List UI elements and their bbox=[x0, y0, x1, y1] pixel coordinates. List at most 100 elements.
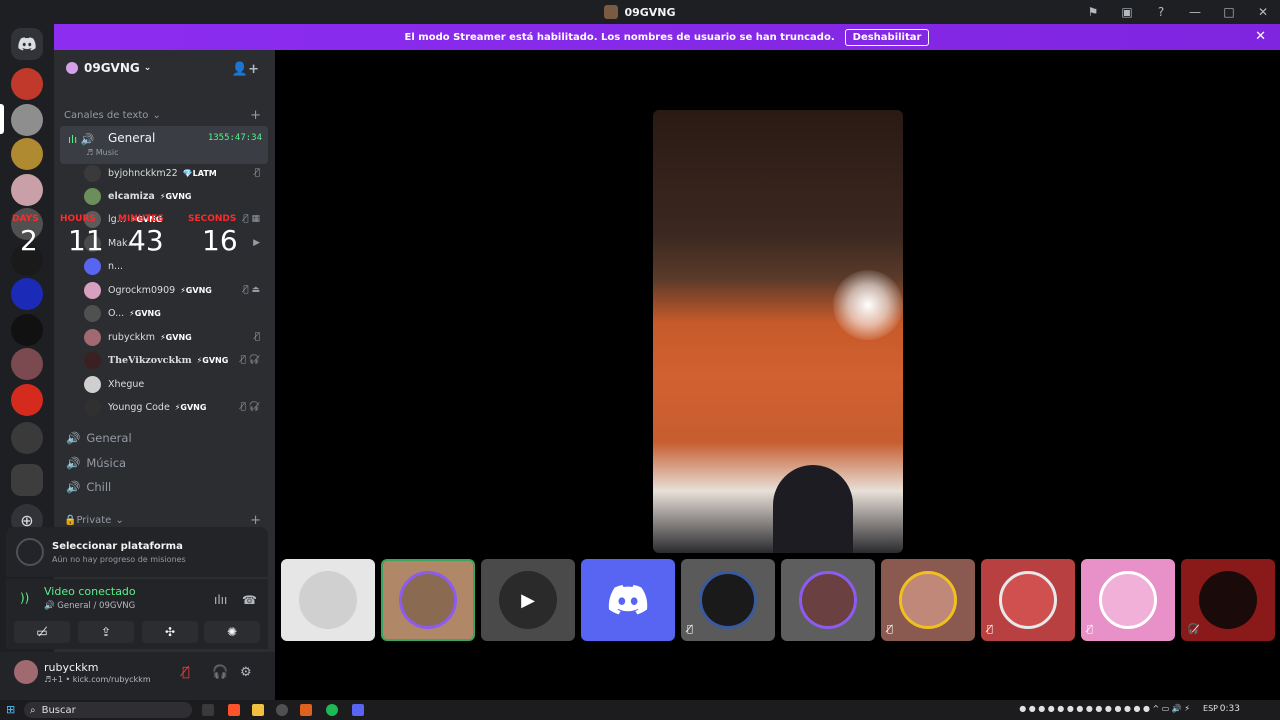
username[interactable]: rubyckkm bbox=[44, 661, 99, 674]
participant-tile[interactable]: 🎙̸ bbox=[981, 559, 1075, 641]
camera-off-button[interactable]: ▭̸ bbox=[14, 621, 70, 643]
close-banner-icon[interactable]: ✕ bbox=[1255, 29, 1266, 44]
help-icon[interactable]: ? bbox=[1144, 0, 1178, 24]
voice-channel[interactable]: 🔊 Música bbox=[66, 452, 266, 474]
noise-suppression-icon[interactable]: ılıı bbox=[214, 593, 227, 607]
windows-start-icon[interactable]: ⊞ bbox=[6, 703, 15, 716]
clock[interactable]: 0:33 bbox=[1220, 704, 1240, 714]
avatar bbox=[84, 304, 101, 322]
server-folder-icon[interactable] bbox=[11, 464, 43, 496]
channel-name: General bbox=[108, 131, 156, 145]
inbox-icon[interactable]: ⚑ bbox=[1076, 0, 1110, 24]
spotify-icon[interactable] bbox=[326, 704, 338, 716]
quest-panel[interactable]: Seleccionar plataforma Aún no hay progre… bbox=[6, 527, 268, 577]
member-name: O... bbox=[108, 307, 125, 319]
countdown-label: DAYS bbox=[12, 214, 39, 224]
disable-streamer-button[interactable]: Deshabilitar bbox=[844, 28, 930, 46]
participant-tile[interactable]: ▶ bbox=[481, 559, 575, 641]
server-icon[interactable] bbox=[11, 348, 43, 380]
category-text-channels[interactable]: Canales de texto ⌄ bbox=[64, 110, 161, 121]
voice-channel-path[interactable]: 🔊 General / 09GVNG bbox=[44, 601, 135, 611]
channel-name: Música bbox=[86, 456, 127, 470]
headphones-icon[interactable]: 🎧 bbox=[212, 665, 228, 680]
app-icon[interactable] bbox=[276, 704, 288, 716]
voice-member[interactable]: Youngg Code ⚡GVNG 🎙̸ 🎧̸ bbox=[84, 396, 264, 418]
activities-button[interactable]: ✣ bbox=[142, 621, 198, 643]
member-tag: ⚡GVNG bbox=[159, 191, 192, 201]
participant-tile[interactable]: 🎙̸ bbox=[1081, 559, 1175, 641]
avatar bbox=[84, 164, 101, 182]
ceiling-light bbox=[833, 270, 903, 340]
voice-member[interactable]: Ogrockm0909 ⚡GVNG 🎙̸ ⏏ bbox=[84, 279, 264, 301]
voice-member[interactable]: elcamiza ⚡GVNG bbox=[84, 185, 264, 207]
voice-channel[interactable]: 🔊 General bbox=[66, 427, 266, 449]
avatar[interactable] bbox=[14, 660, 38, 684]
discord-home-icon[interactable] bbox=[11, 28, 43, 60]
brave-icon[interactable] bbox=[228, 704, 240, 716]
server-icon[interactable] bbox=[11, 138, 43, 170]
voice-channel-icon: 🔊 bbox=[66, 431, 81, 445]
maximize-button[interactable]: □ bbox=[1212, 0, 1246, 24]
participant-tile[interactable] bbox=[581, 559, 675, 641]
category-private[interactable]: 🔒Private ⌄ bbox=[64, 515, 124, 526]
server-icon[interactable] bbox=[11, 314, 43, 346]
server-icon[interactable] bbox=[11, 384, 43, 416]
category-label: 🔒Private bbox=[64, 515, 112, 526]
user-panel: rubyckkm ♬+1 • kick.com/rubyckkm 🎙̸ 🎧 ⚙ bbox=[0, 652, 275, 700]
soundboard-button[interactable]: ✺ bbox=[204, 621, 260, 643]
voice-member[interactable]: byjohnckkm22 💎LATM 🎙̸ bbox=[84, 162, 264, 184]
discord-taskbar-icon[interactable] bbox=[352, 704, 364, 716]
minimize-button[interactable]: — bbox=[1178, 0, 1212, 24]
participant-tile[interactable]: 🎧̸ bbox=[1181, 559, 1275, 641]
member-name: n... bbox=[108, 260, 124, 272]
server-icon[interactable] bbox=[11, 174, 43, 206]
voice-status[interactable]: Video conectado bbox=[44, 585, 136, 598]
participant-tile-speaking[interactable] bbox=[381, 559, 475, 641]
system-tray-icons[interactable]: ● ● ● ● ● ● ● ● ● ● ● ● ● ● ^ ▭ 🔊 ⚡ bbox=[1019, 704, 1190, 713]
server-icon[interactable] bbox=[11, 68, 43, 100]
gear-icon[interactable]: ⚙ bbox=[240, 665, 252, 680]
server-folder-icon[interactable] bbox=[11, 422, 43, 454]
app-icon[interactable] bbox=[300, 704, 312, 716]
member-name: Ogrockm0909 bbox=[108, 284, 176, 296]
share-screen-button[interactable]: ⇪ bbox=[78, 621, 134, 643]
server-icon[interactable] bbox=[11, 104, 43, 136]
participant-tile[interactable] bbox=[781, 559, 875, 641]
member-tag: 💎LATM bbox=[182, 168, 217, 178]
create-channel-icon[interactable]: + bbox=[250, 513, 261, 528]
quest-icon bbox=[16, 538, 44, 566]
channel-status: ♬ Music bbox=[86, 148, 119, 157]
camera-icon: ▶ bbox=[499, 571, 557, 629]
member-tag: ⚡GVNG bbox=[174, 402, 207, 412]
voice-member[interactable]: O... ⚡GVNG bbox=[84, 302, 264, 324]
voice-member[interactable]: Xhegue bbox=[84, 373, 264, 395]
mic-muted-icon[interactable]: 🎙̸ bbox=[182, 665, 190, 680]
avatar bbox=[899, 571, 957, 629]
main-video-feed[interactable] bbox=[653, 110, 903, 553]
taskbar-search[interactable]: ⌕ Buscar bbox=[24, 702, 192, 718]
mic-muted-icon: 🎙̸ bbox=[987, 624, 994, 635]
participant-tile[interactable] bbox=[281, 559, 375, 641]
avatar bbox=[799, 571, 857, 629]
close-window-button[interactable]: ✕ bbox=[1246, 0, 1280, 24]
invite-people-icon[interactable]: 👤+ bbox=[232, 62, 259, 77]
task-view-icon[interactable] bbox=[202, 704, 214, 716]
video-stage: ▶ 🎙̸ 🎙̸ 🎙̸ 🎙̸ 🎧̸ bbox=[275, 50, 1280, 700]
countdown-label: MINUTES bbox=[118, 214, 164, 224]
disconnect-icon[interactable]: ☎ bbox=[242, 593, 257, 607]
voice-member[interactable]: TheVikzovckkm ⚡GVNG 🎙̸ 🎧̸ bbox=[84, 349, 264, 371]
server-header[interactable]: 09GVNG ⌄ 👤+ bbox=[54, 50, 275, 86]
mute-icon: 🎙̸ bbox=[254, 168, 260, 178]
voice-member[interactable]: rubyckkm ⚡GVNG 🎙̸ bbox=[84, 326, 264, 348]
voice-channel[interactable]: 🔊 Chill bbox=[66, 476, 266, 498]
server-icon[interactable] bbox=[11, 278, 43, 310]
screen-share-icon[interactable]: ▣ bbox=[1110, 0, 1144, 24]
countdown-label: HOURS bbox=[60, 214, 96, 224]
participant-tile[interactable]: 🎙̸ bbox=[681, 559, 775, 641]
file-explorer-icon[interactable] bbox=[252, 704, 264, 716]
language-indicator[interactable]: ESP bbox=[1203, 704, 1218, 713]
create-channel-icon[interactable]: + bbox=[250, 108, 261, 123]
voice-channel-general[interactable]: ılı 🔊 General ♬ Music 1355:47:34 bbox=[60, 126, 268, 164]
search-label: Buscar bbox=[41, 704, 76, 716]
participant-tile[interactable]: 🎙̸ bbox=[881, 559, 975, 641]
